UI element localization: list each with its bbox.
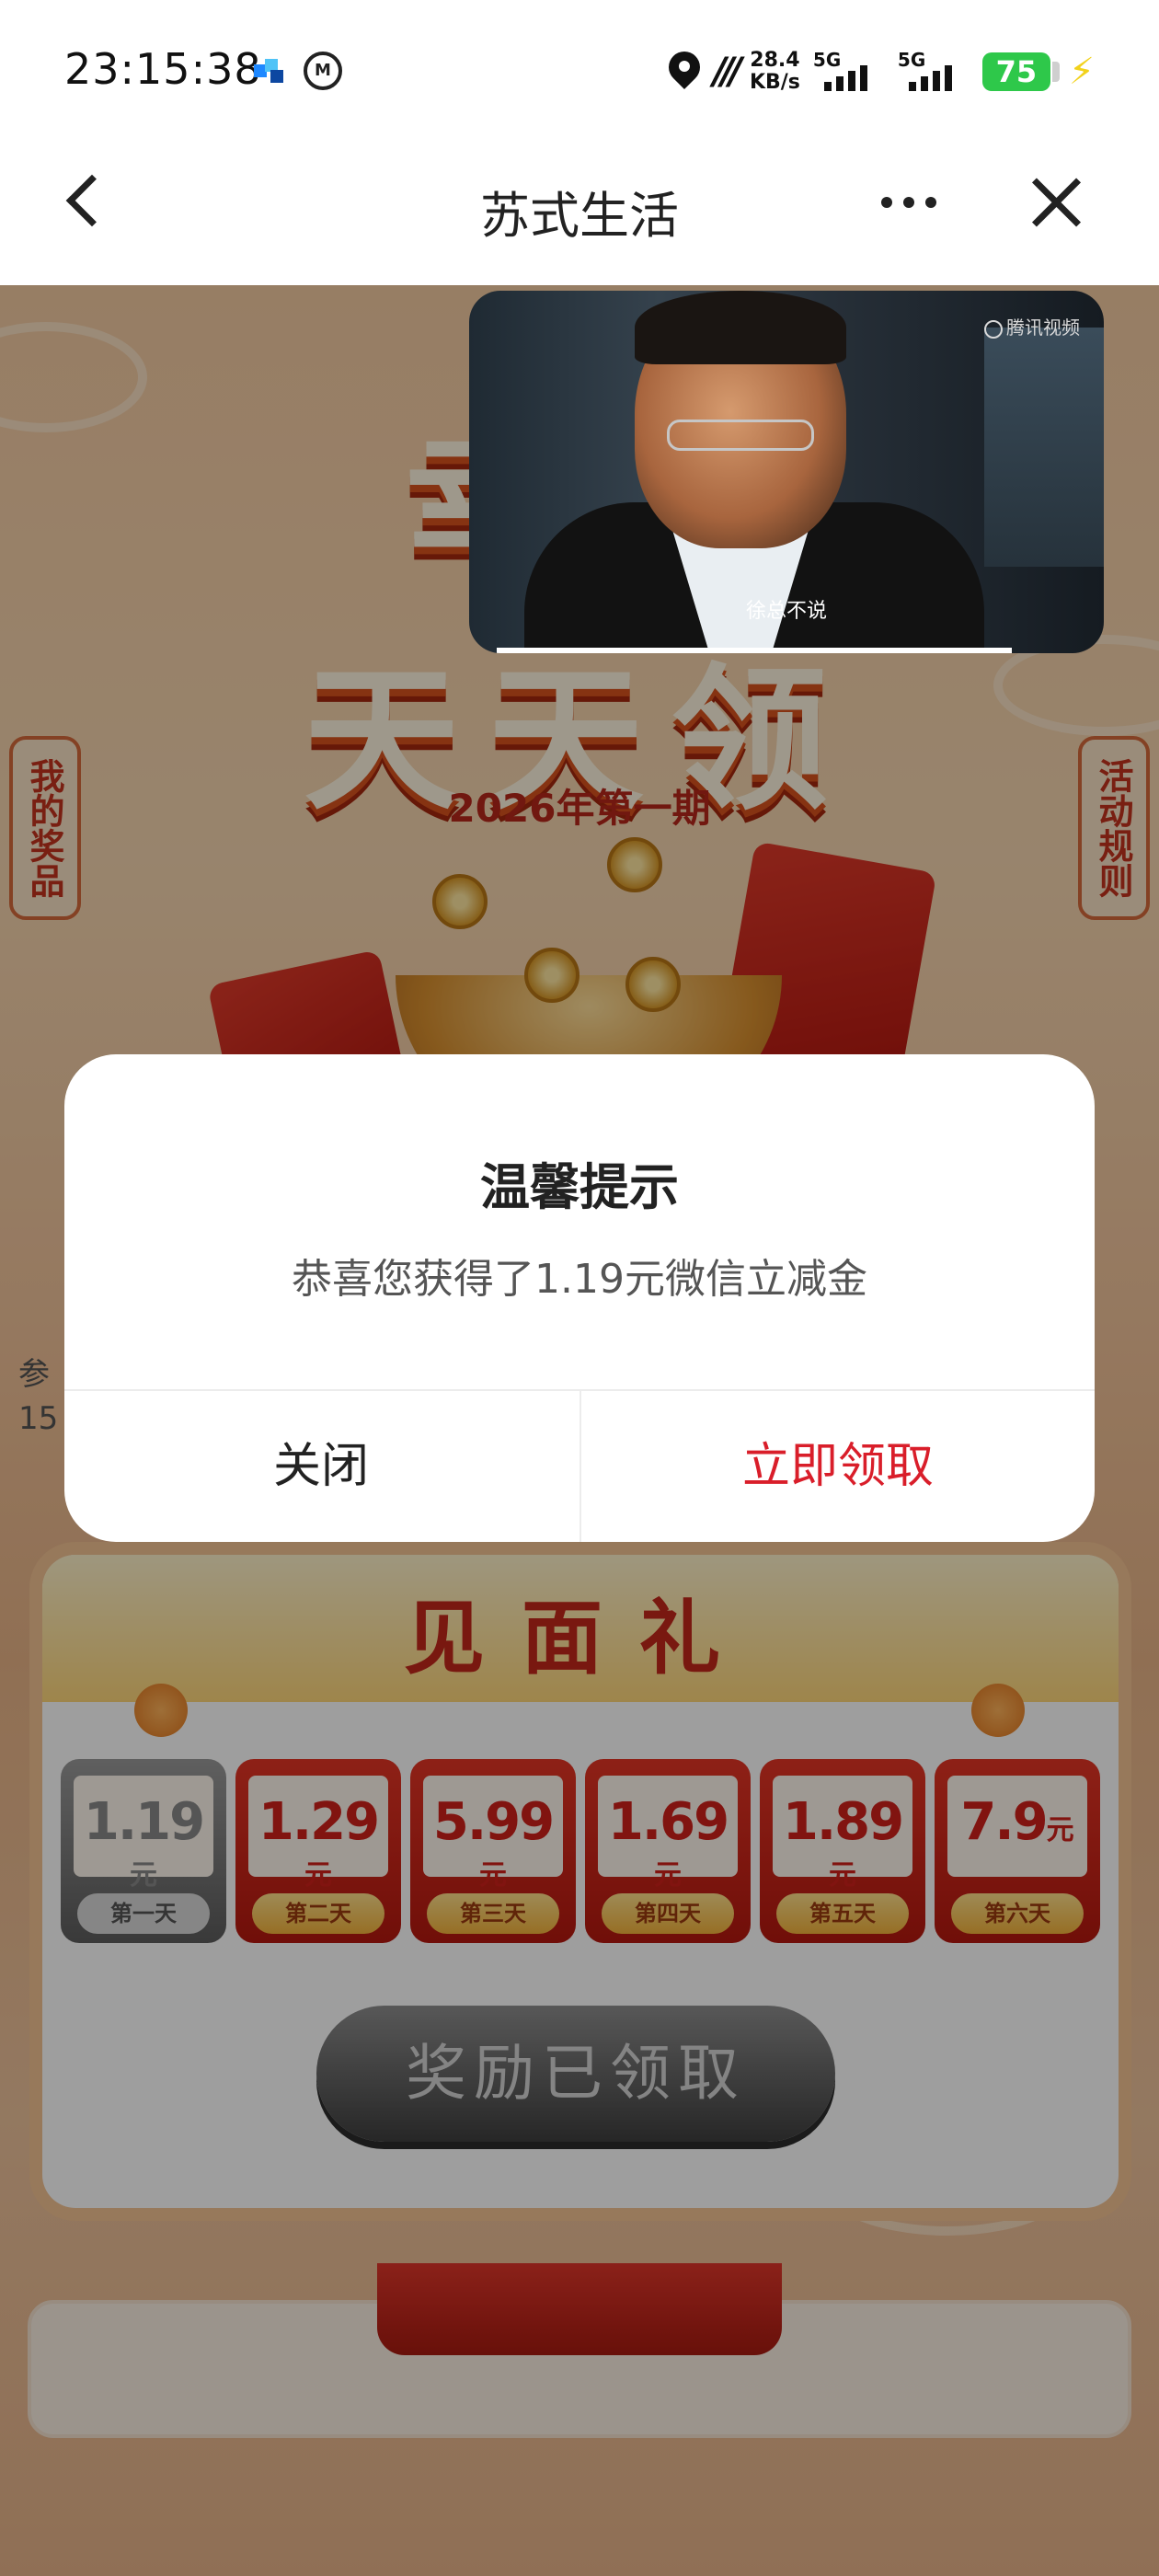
reward-dialog: 温馨提示 恭喜您获得了1.19元微信立减金 关闭 立即领取 [64,1054,1095,1542]
more-icon[interactable] [881,197,936,208]
signal-icon-sim1: 5G [813,49,885,95]
status-bar: 23:15:38 M /// 28.4 KB/s 5G 5G 75 ⚡ [0,0,1159,138]
page-title: 苏式生活 [480,187,679,245]
battery-icon: 75 [981,52,1060,91]
video-progress-bar[interactable] [497,648,1012,653]
location-icon [669,52,700,92]
dialog-message: 恭喜您获得了1.19元微信立减金 [292,1256,867,1303]
tencent-video-logo: 腾讯视频 [984,313,1080,339]
floating-video-player[interactable]: 腾讯视频 徐总不说 [469,291,1104,653]
status-time: 23:15:38 [64,44,262,94]
nfc-icon: /// [713,51,742,93]
close-icon[interactable] [1028,175,1084,230]
status-icons: /// 28.4 KB/s 5G 5G 75 ⚡ [669,44,1095,99]
charging-icon: ⚡ [1068,51,1095,93]
play-icon [984,319,1003,339]
dialog-title: 温馨提示 [480,1158,679,1216]
dialog-claim-button[interactable]: 立即领取 [581,1391,1095,1542]
video-subtitle: 徐总不说 [745,600,827,623]
network-speed: 28.4 KB/s [749,49,800,94]
notification-app-icon [254,59,285,83]
metro-app-icon: M [304,52,342,90]
signal-icon-sim2: 5G [898,49,970,95]
dialog-close-button[interactable]: 关闭 [64,1391,578,1542]
